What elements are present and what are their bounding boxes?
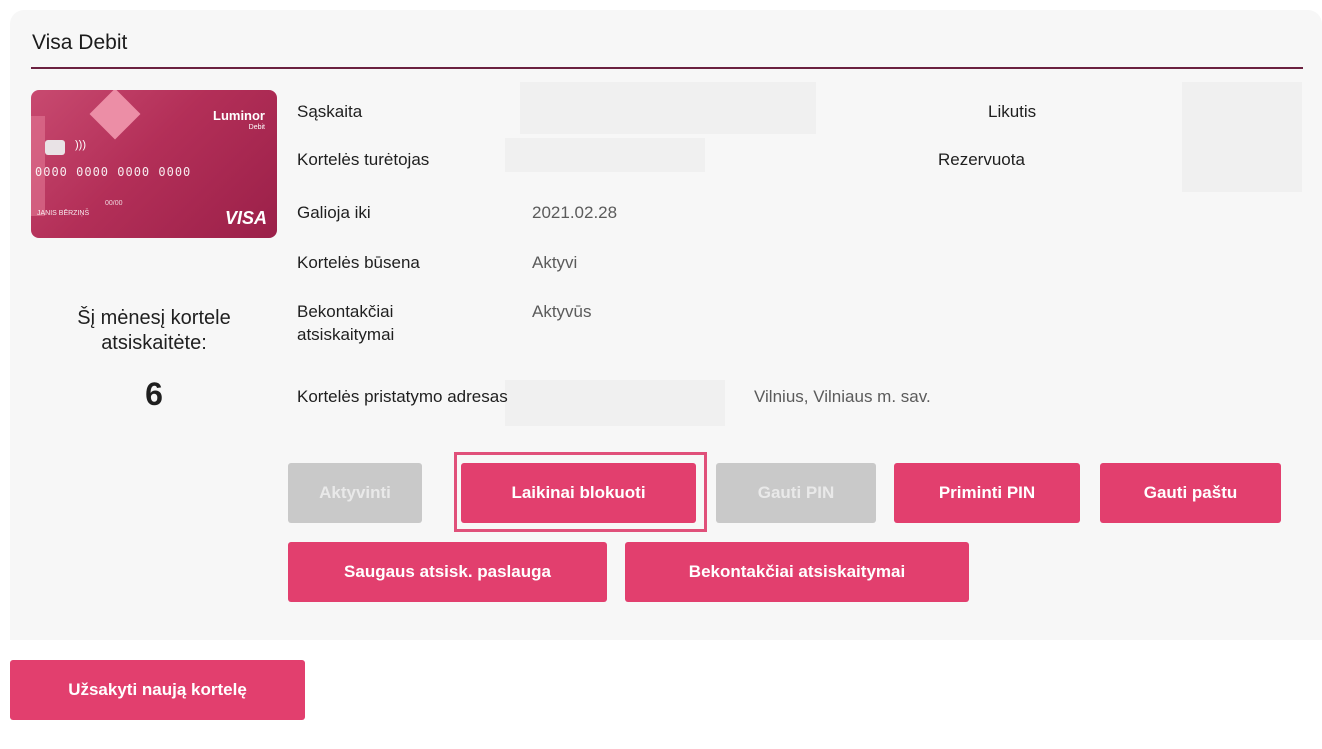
- delivery-address-value: Vilnius, Vilniaus m. sav.: [754, 387, 931, 406]
- remind-pin-button[interactable]: Priminti PIN: [894, 463, 1080, 523]
- order-new-card-button[interactable]: Užsakyti naują kortelę: [10, 660, 305, 720]
- contactless-payments-button[interactable]: Bekontakčiai atsiskaitymai: [625, 542, 969, 602]
- delivery-address-label: Kortelės pristatymo adresas: [297, 387, 508, 406]
- title-divider: [31, 67, 1303, 69]
- visa-logo: VISA: [224, 208, 267, 228]
- card-brand-sub: Debit: [248, 124, 265, 131]
- card-holder: JANIS BĒRZIŅŠ: [37, 210, 90, 217]
- address-redacted: [505, 380, 725, 426]
- balance-redacted: [1182, 82, 1302, 192]
- panel-title: Visa Debit: [32, 31, 128, 54]
- card-chip-icon: [45, 140, 65, 155]
- card-brand: Luminor: [213, 108, 265, 123]
- balance-label: Likutis: [988, 102, 1037, 121]
- card-image: Luminor Debit ))) 0000 0000 0000 0000 00…: [31, 90, 277, 238]
- contactless-value: Aktyvūs: [532, 302, 592, 321]
- card-panel: Visa Debit Luminor Debit ))) 0000 0000 0…: [10, 10, 1322, 640]
- account-label: Sąskaita: [297, 102, 363, 121]
- card-holder-label: Kortelės turėtojas: [297, 150, 430, 169]
- highlight-frame: [454, 452, 707, 532]
- get-pin-button[interactable]: Gauti PIN: [716, 463, 876, 523]
- holder-name-redacted: [505, 138, 705, 172]
- card-diamond-logo: [89, 90, 141, 140]
- account-number-redacted: [520, 82, 816, 134]
- card-number: 0000 0000 0000 0000: [35, 165, 192, 179]
- contactless-label: Bekontakčiai atsiskaitymai: [297, 302, 395, 344]
- contactless-icon: ))): [75, 139, 86, 151]
- get-by-mail-button[interactable]: Gauti paštu: [1100, 463, 1281, 523]
- card-status-label: Kortelės būsena: [297, 253, 420, 272]
- monthly-usage-count: 6: [145, 376, 163, 412]
- valid-until-label: Galioja iki: [297, 203, 371, 222]
- secure-payment-button[interactable]: Saugaus atsisk. paslauga: [288, 542, 607, 602]
- valid-until-value: 2021.02.28: [532, 203, 618, 222]
- card-expiry: 00/00: [105, 200, 123, 207]
- reserved-label: Rezervuota: [938, 150, 1025, 169]
- monthly-usage-label: Šį mėnesį kortele atsiskaitėte:: [77, 307, 231, 354]
- card-status-value: Aktyvi: [532, 253, 578, 272]
- activate-button[interactable]: Aktyvinti: [288, 463, 422, 523]
